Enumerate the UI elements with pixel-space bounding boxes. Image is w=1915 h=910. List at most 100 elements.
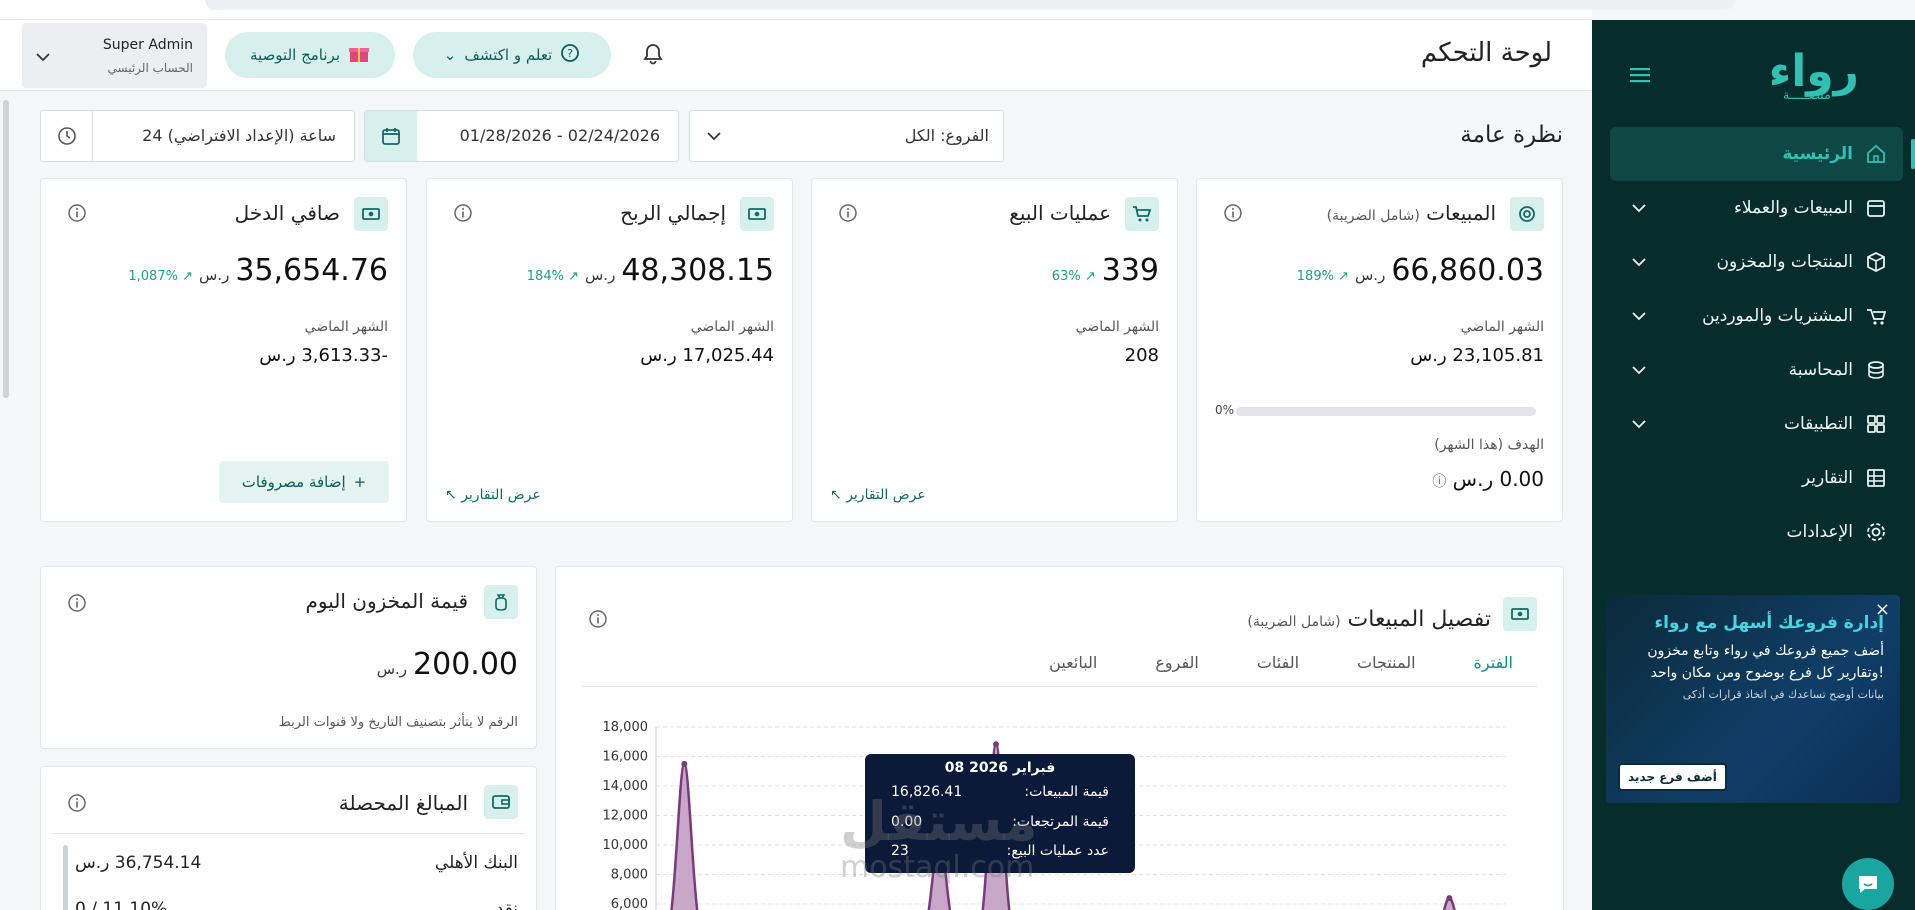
table-icon (1865, 467, 1887, 489)
y-tick-label: 18,000 (603, 720, 649, 735)
tab-products[interactable]: المنتجات (1357, 653, 1416, 686)
store-icon (1865, 197, 1887, 219)
sidebar-item-accounting[interactable]: المحاسبة (1610, 343, 1903, 397)
watermark: مستقل (840, 790, 1038, 853)
tab-period[interactable]: الفترة (1474, 653, 1513, 686)
plus-icon: + (353, 473, 367, 491)
watermark-url: mostaql.com (840, 850, 1035, 885)
gross-profit-title: إجمالي الربح (620, 201, 726, 225)
chevron-down-icon: ⌄ (443, 46, 457, 64)
calendar-icon[interactable] (365, 111, 417, 161)
goal-label: الهدف (هذا الشهر) (1434, 437, 1544, 453)
sidebar-item-settings[interactable]: الإعدادات (1610, 505, 1903, 559)
y-tick-label: 6,000 (611, 897, 648, 910)
learn-label: تعلم و اكتشف (464, 46, 553, 64)
cart-icon (1125, 197, 1159, 231)
sidebar-item-label: الرئيسية (1782, 144, 1853, 164)
info-icon[interactable] (588, 609, 608, 633)
promo-banner: × إدارة فروعك أسهل مع رواء أضف جميع فروع… (1606, 595, 1900, 803)
orders-title: عمليات البيع (1009, 201, 1111, 225)
info-icon[interactable] (1223, 203, 1243, 227)
info-icon[interactable] (838, 203, 858, 227)
orders-card: عمليات البيع 339 ↗ 63% الشهر الماضي 208 ↖… (811, 178, 1178, 522)
user-menu[interactable]: Super Admin الحساب الرئيسي (22, 23, 207, 88)
chevron-down-icon (36, 47, 50, 66)
chat-launcher-icon[interactable] (1842, 858, 1894, 910)
sidebar-item-products-inventory[interactable]: المنتجات والمخزون (1610, 235, 1903, 289)
info-icon[interactable] (67, 793, 87, 817)
tab-branches[interactable]: الفروع (1155, 653, 1199, 686)
money-bag-icon (484, 585, 518, 619)
orders-value: 339 ↗ 63% (1051, 253, 1159, 288)
sidebar-item-label: المشتريات والموردين (1702, 306, 1853, 326)
scrollbar-thumb[interactable] (3, 100, 9, 398)
wallet-icon (484, 785, 518, 819)
info-icon[interactable] (453, 203, 473, 227)
list-scrollbar[interactable] (63, 845, 68, 910)
collected-amounts-card: المبالغ المحصلة البنك الأهلي 36,754.14 ر.… (40, 766, 537, 910)
info-icon[interactable] (67, 593, 87, 617)
net-income-value: 35,654.76 ر.س ↗ 1,087% (128, 253, 388, 288)
chart-point[interactable] (681, 760, 688, 767)
cash-icon (1503, 597, 1537, 631)
overview-title: نظرة عامة (1460, 122, 1563, 148)
bell-icon[interactable] (642, 42, 664, 70)
logo-sub: منصـــــة (1782, 88, 1831, 103)
divider (51, 833, 526, 834)
net-income-title: صافي الدخل (234, 201, 340, 225)
orders-prev-label: الشهر الماضي (1075, 319, 1159, 335)
sidebar-item-purchases-suppliers[interactable]: المشتريات والموردين (1610, 289, 1903, 343)
help-circle-icon: ? (560, 43, 580, 67)
add-expenses-button[interactable]: إضافة مصروفات + (219, 461, 389, 503)
target-icon (1510, 197, 1544, 231)
user-name: Super Admin (102, 37, 193, 53)
page-title: لوحة التحكم (1420, 38, 1552, 68)
y-tick-label: 12,000 (603, 809, 649, 824)
date-range-picker[interactable]: 01/28/2026 - 02/24/2026 (364, 110, 679, 162)
tab-sellers[interactable]: البائعين (1049, 653, 1097, 686)
sidebar-item-apps[interactable]: التطبيقات (1610, 397, 1903, 451)
promo-title: إدارة فروعك أسهل مع رواء (1654, 613, 1884, 633)
tab-categories[interactable]: الفئات (1257, 653, 1299, 686)
y-tick-label: 16,000 (603, 750, 649, 765)
sales-prev-label: الشهر الماضي (1460, 319, 1544, 335)
gear-icon (1865, 521, 1887, 543)
list-item: البنك الأهلي 36,754.14 ر.س (75, 853, 518, 873)
info-icon[interactable]: ⓘ (1432, 474, 1446, 490)
promo-body: أضف جميع فروعك في رواء وتابع مخزون وتقار… (1647, 643, 1884, 681)
home-icon (1865, 143, 1887, 165)
user-role: الحساب الرئيسي (107, 61, 194, 75)
view-reports-link[interactable]: ↖ عرض التقارير (830, 487, 926, 503)
gross-prev-value: 17,025.44 ر.س (640, 345, 774, 366)
y-tick-label: 10,000 (603, 838, 649, 853)
chevron-down-icon (1632, 414, 1646, 434)
sidebar-nav: الرئيسية المبيعات والعملاء المنتجات والم… (1610, 127, 1915, 559)
referral-button[interactable]: برنامج التوصية (225, 32, 395, 78)
sidebar-item-reports[interactable]: التقارير (1610, 451, 1903, 505)
goal-progress-bar (1236, 407, 1536, 416)
period-selector[interactable]: 24 ساعة (الإعداد الافتراضي) (40, 110, 355, 162)
promo-small: بيانات أوضح تساعدك في اتخاذ قرارات أذكى (1682, 688, 1884, 702)
info-icon[interactable] (67, 203, 87, 227)
sidebar-item-label: المبيعات والعملاء (1733, 198, 1853, 218)
sidebar-item-label: التطبيقات (1783, 414, 1853, 434)
chart-point[interactable] (1446, 895, 1453, 902)
chevron-down-icon (1632, 198, 1646, 218)
chart-point[interactable] (993, 741, 999, 748)
cash-icon (354, 197, 388, 231)
branch-filter[interactable]: الفروع: الكل (689, 110, 1004, 162)
learn-explore-button[interactable]: ⌄ تعلم و اكتشف ? (413, 32, 611, 78)
sidebar: رواء منصـــــة الرئيسية المبيعات والعملا… (1592, 20, 1915, 910)
goal-value: 0.00 ر.س ⓘ (1432, 467, 1544, 491)
sidebar-item-home[interactable]: الرئيسية (1610, 127, 1915, 181)
logo: رواء منصـــــة (1743, 46, 1893, 106)
close-icon[interactable]: × (1875, 599, 1890, 620)
add-branch-button[interactable]: أضف فرع جديد (1618, 763, 1727, 791)
chevron-down-icon (1632, 360, 1646, 380)
menu-toggle-icon[interactable] (1630, 64, 1650, 89)
referral-label: برنامج التوصية (250, 46, 340, 64)
view-reports-link[interactable]: ↖ عرض التقارير (445, 487, 541, 503)
sidebar-item-label: الإعدادات (1786, 522, 1853, 542)
chevron-down-icon (706, 127, 722, 146)
sidebar-item-sales-customers[interactable]: المبيعات والعملاء (1610, 181, 1903, 235)
